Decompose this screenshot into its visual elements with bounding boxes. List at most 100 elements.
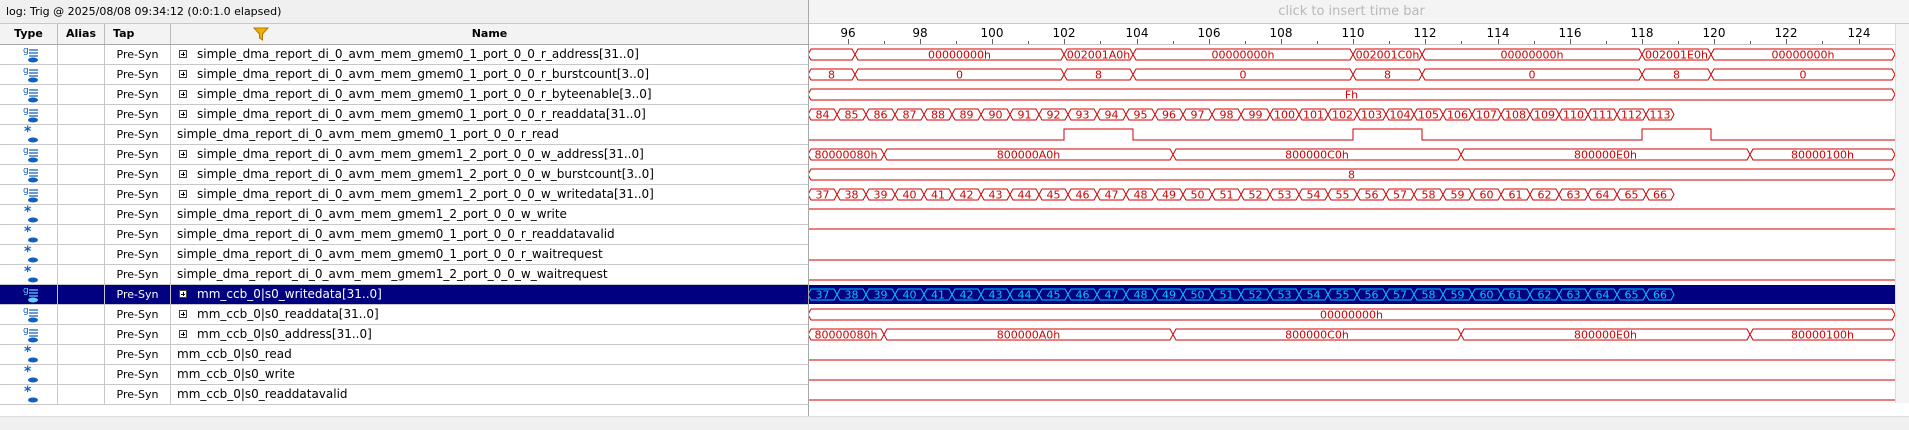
name-cell[interactable]: simple_dma_report_di_0_avm_mem_gmem0_1_p… — [171, 105, 808, 124]
expand-icon[interactable] — [179, 90, 187, 98]
bus-icon: g — [23, 106, 38, 123]
bus-value: 8 — [1095, 69, 1102, 82]
alias-cell[interactable] — [58, 185, 105, 204]
alias-cell[interactable] — [58, 225, 105, 244]
name-cell[interactable]: simple_dma_report_di_0_avm_mem_gmem0_1_p… — [171, 85, 808, 104]
alias-cell[interactable] — [58, 45, 105, 64]
expand-icon[interactable] — [179, 150, 187, 158]
expand-icon[interactable] — [179, 110, 187, 118]
bus-value: 80000100h — [1791, 329, 1854, 342]
column-name[interactable]: Name — [171, 24, 808, 44]
signal-row[interactable]: * Pre-Syn simple_dma_report_di_0_avm_mem_g… — [0, 265, 808, 285]
bus-value: 52 — [1249, 289, 1263, 302]
pane-splitter[interactable] — [808, 0, 809, 430]
name-cell[interactable]: simple_dma_report_di_0_avm_mem_gmem1_2_p… — [171, 185, 808, 204]
input-icon: * — [24, 265, 38, 283]
signal-row[interactable]: * Pre-Syn simple_dma_report_di_0_avm_mem_g… — [0, 245, 808, 265]
signal-row[interactable]: * Pre-Syn mm_ccb_0|s0_readdatavalid — [0, 385, 808, 405]
alias-cell[interactable] — [58, 305, 105, 324]
name-cell[interactable]: mm_ccb_0|s0_address[31..0] — [171, 325, 808, 344]
ruler-minor-tick — [1389, 41, 1390, 44]
bus-value: 94 — [1105, 109, 1119, 122]
signal-row[interactable]: * Pre-Syn mm_ccb_0|s0_write — [0, 365, 808, 385]
alias-cell[interactable] — [58, 345, 105, 364]
bus-value: 54 — [1307, 189, 1321, 202]
signal-row[interactable]: g Pre-Syn simple_dma_report_di_0_avm_mem_g… — [0, 85, 808, 105]
alias-cell[interactable] — [58, 65, 105, 84]
signal-row[interactable]: * Pre-Syn simple_dma_report_di_0_avm_mem_g… — [0, 205, 808, 225]
name-cell[interactable]: simple_dma_report_di_0_avm_mem_gmem1_2_p… — [171, 145, 808, 164]
signal-row[interactable]: * Pre-Syn simple_dma_report_di_0_avm_mem_g… — [0, 125, 808, 145]
signal-row[interactable]: g Pre-Syn simple_dma_report_di_0_avm_mem_g… — [0, 65, 808, 85]
signal-row[interactable]: g Pre-Syn mm_ccb_0|s0_writedata[31..0] — [0, 285, 808, 305]
horizontal-scrollbar[interactable] — [0, 416, 1909, 430]
waveform-area[interactable]: 00000000h 002001A0h 00000000h 002001C0h 0000… — [808, 45, 1895, 403]
signal-row[interactable]: * Pre-Syn mm_ccb_0|s0_read — [0, 345, 808, 365]
expand-icon[interactable] — [179, 50, 187, 58]
name-cell[interactable]: simple_dma_report_di_0_avm_mem_gmem0_1_p… — [171, 245, 808, 264]
signal-row[interactable]: g Pre-Syn simple_dma_report_di_0_avm_mem_g… — [0, 145, 808, 165]
expand-icon[interactable] — [179, 290, 187, 298]
bus-value: 43 — [989, 289, 1003, 302]
alias-cell[interactable] — [58, 385, 105, 404]
signal-name: simple_dma_report_di_0_avm_mem_gmem0_1_p… — [177, 247, 603, 261]
bus-value: 58 — [1422, 289, 1436, 302]
alias-cell[interactable] — [58, 265, 105, 284]
expand-icon[interactable] — [179, 70, 187, 78]
name-cell[interactable]: simple_dma_report_di_0_avm_mem_gmem1_2_p… — [171, 205, 808, 224]
name-cell[interactable]: simple_dma_report_di_0_avm_mem_gmem1_2_p… — [171, 265, 808, 284]
expand-icon[interactable] — [179, 310, 187, 318]
ruler-minor-tick — [1678, 41, 1679, 44]
svg-text:g: g — [23, 306, 29, 316]
name-cell[interactable]: mm_ccb_0|s0_writedata[31..0] — [171, 285, 808, 304]
alias-cell[interactable] — [58, 365, 105, 384]
expand-icon[interactable] — [179, 190, 187, 198]
signal-row[interactable]: g Pre-Syn simple_dma_report_di_0_avm_mem_g… — [0, 165, 808, 185]
name-cell[interactable]: mm_ccb_0|s0_readdata[31..0] — [171, 305, 808, 324]
alias-cell[interactable] — [58, 85, 105, 104]
bus-value: 103 — [1361, 109, 1382, 122]
bus-value: 51 — [1220, 289, 1234, 302]
signal-row[interactable]: g Pre-Syn simple_dma_report_di_0_avm_mem_g… — [0, 45, 808, 65]
vertical-scrollbar[interactable] — [1895, 24, 1909, 403]
alias-cell[interactable] — [58, 105, 105, 124]
alias-cell[interactable] — [58, 205, 105, 224]
bus-value: 00000000h — [1772, 49, 1835, 62]
column-type[interactable]: Type — [0, 24, 58, 44]
name-cell[interactable]: mm_ccb_0|s0_readdatavalid — [171, 385, 808, 404]
column-alias[interactable]: Alias — [58, 24, 105, 44]
alias-cell[interactable] — [58, 325, 105, 344]
name-cell[interactable]: simple_dma_report_di_0_avm_mem_gmem1_2_p… — [171, 165, 808, 184]
ruler-label: 110 — [1341, 26, 1365, 40]
name-cell[interactable]: simple_dma_report_di_0_avm_mem_gmem0_1_p… — [171, 65, 808, 84]
ruler-major-tick — [992, 39, 993, 44]
time-bar[interactable]: click to insert time bar — [808, 0, 1909, 24]
signal-row[interactable]: g Pre-Syn simple_dma_report_di_0_avm_mem_g… — [0, 105, 808, 125]
alias-cell[interactable] — [58, 165, 105, 184]
signal-row[interactable]: g Pre-Syn mm_ccb_0|s0_address[31..0] — [0, 325, 808, 345]
ruler-label: 120 — [1702, 26, 1726, 40]
time-ruler[interactable]: 96 98 100 102 104 106 108 110 112 114 116 118 120 122… — [808, 24, 1895, 45]
tap-cell: Pre-Syn — [105, 205, 171, 224]
signal-row[interactable]: g Pre-Syn simple_dma_report_di_0_avm_mem_g… — [0, 185, 808, 205]
expand-icon[interactable] — [179, 330, 187, 338]
tap-cell: Pre-Syn — [105, 185, 171, 204]
name-cell[interactable]: mm_ccb_0|s0_read — [171, 345, 808, 364]
ruler-minor-tick — [1173, 41, 1174, 44]
signal-row[interactable]: g Pre-Syn mm_ccb_0|s0_readdata[31..0] — [0, 305, 808, 325]
alias-cell[interactable] — [58, 285, 105, 304]
name-cell[interactable]: simple_dma_report_di_0_avm_mem_gmem0_1_p… — [171, 125, 808, 144]
signal-name: mm_ccb_0|s0_writedata[31..0] — [197, 287, 382, 301]
name-cell[interactable]: mm_ccb_0|s0_write — [171, 365, 808, 384]
alias-cell[interactable] — [58, 145, 105, 164]
column-tap[interactable]: Tap — [105, 24, 269, 44]
signal-row[interactable]: * Pre-Syn simple_dma_report_di_0_avm_mem_g… — [0, 225, 808, 245]
name-cell[interactable]: simple_dma_report_di_0_avm_mem_gmem0_1_p… — [171, 45, 808, 64]
bus-value: 47 — [1105, 189, 1119, 202]
expand-icon[interactable] — [179, 170, 187, 178]
alias-cell[interactable] — [58, 245, 105, 264]
alias-cell[interactable] — [58, 125, 105, 144]
type-cell: g — [0, 305, 58, 324]
bus-value: 100 — [1274, 109, 1295, 122]
name-cell[interactable]: simple_dma_report_di_0_avm_mem_gmem0_1_p… — [171, 225, 808, 244]
